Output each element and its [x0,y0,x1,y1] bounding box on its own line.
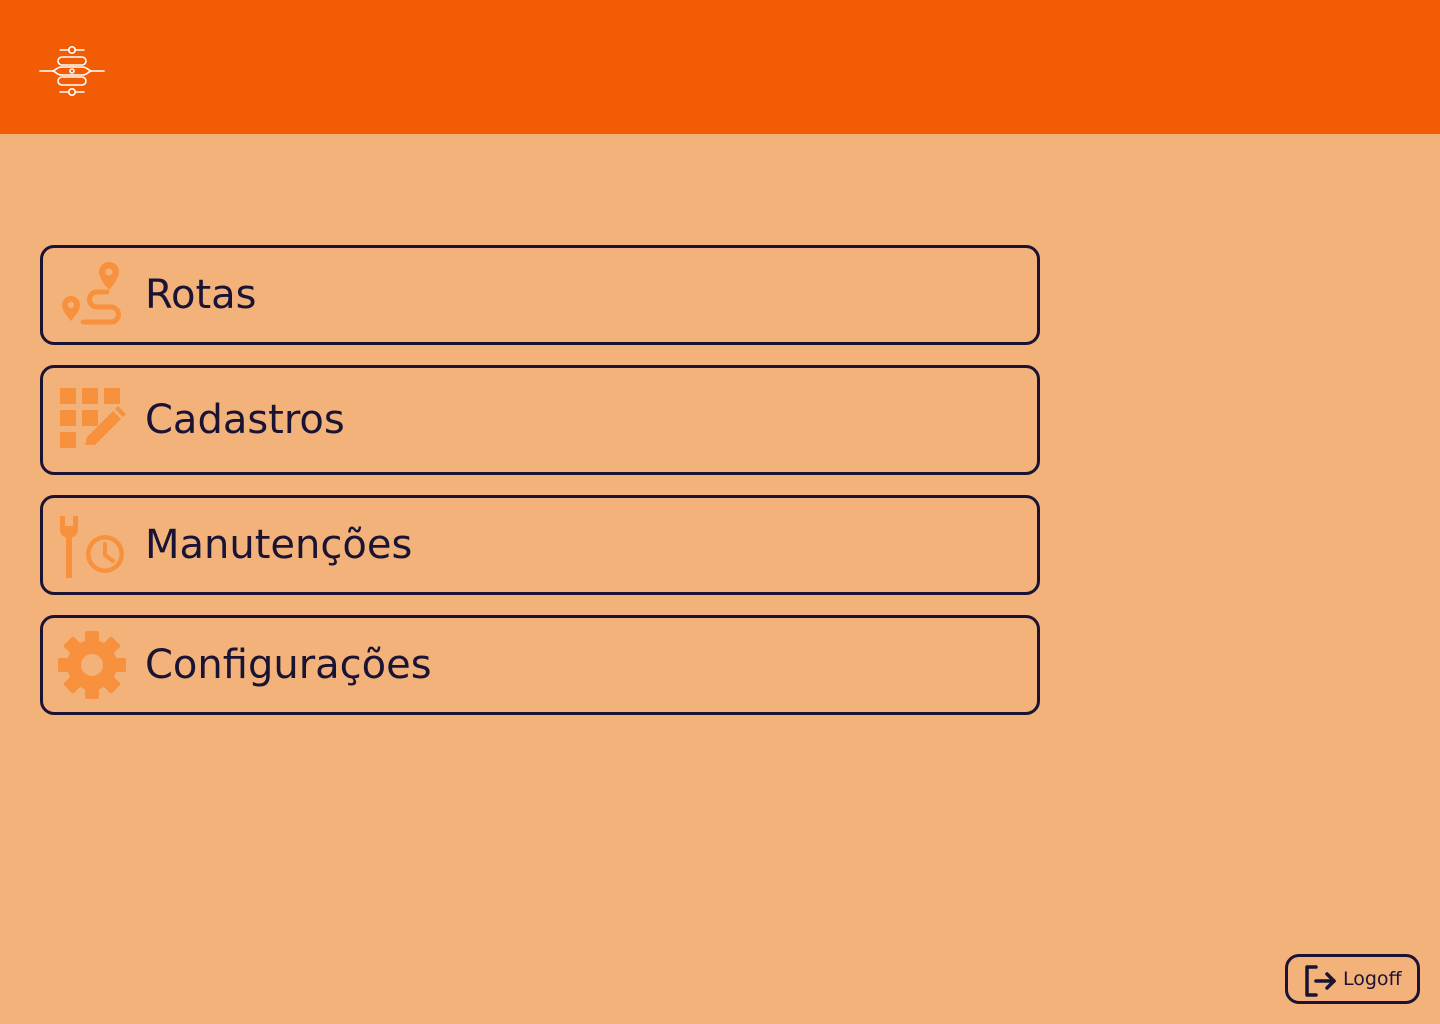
grid-edit-icon [60,388,126,448]
menu-item-label: Configurações [145,642,432,688]
wrench-clock-icon [60,516,124,578]
menu-item-label: Rotas [145,272,257,318]
route-pin-icon [62,262,121,325]
menu-item-cadastros[interactable]: Cadastros [40,365,1040,475]
menu-item-rotas[interactable]: Rotas [40,245,1040,345]
menu-item-configuracoes[interactable]: Configurações [40,615,1040,715]
app-header [0,0,1440,134]
logout-icon [1305,965,1336,997]
circuit-logo-icon[interactable] [38,42,106,102]
menu-item-manutencoes[interactable]: Manutenções [40,495,1040,595]
logoff-button[interactable]: Logoff [1285,954,1420,1004]
menu-item-label: Manutenções [145,522,413,568]
logoff-label: Logoff [1343,968,1402,990]
menu-item-label: Cadastros [145,397,345,443]
gear-icon [58,631,126,699]
